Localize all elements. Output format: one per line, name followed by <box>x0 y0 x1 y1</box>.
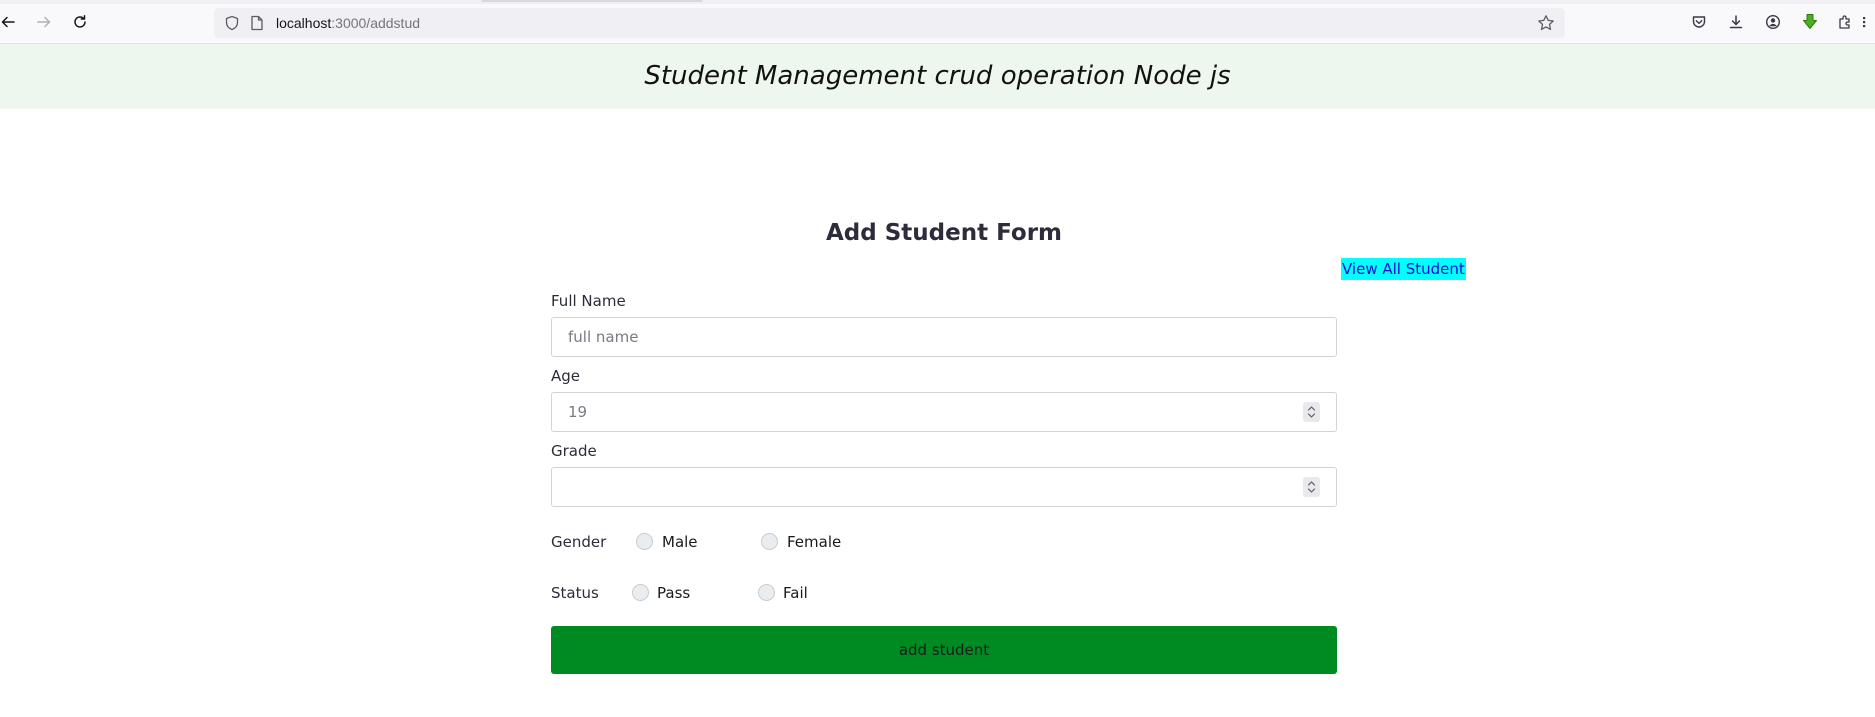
site-header: Student Management crud operation Node j… <box>0 44 1875 109</box>
reload-button[interactable] <box>68 10 92 34</box>
downloads-icon[interactable] <box>1725 11 1747 33</box>
gender-female-label[interactable]: Female <box>787 532 841 552</box>
grade-label: Grade <box>551 442 597 460</box>
url-path: :3000/addstud <box>331 15 421 31</box>
spinner-arrows-icon <box>1307 481 1316 493</box>
tracking-shield-icon[interactable] <box>224 15 240 31</box>
age-spinner[interactable] <box>1303 402 1320 422</box>
forward-arrow-icon <box>37 16 51 28</box>
grade-spinner[interactable] <box>1303 477 1320 497</box>
page-info-icon[interactable] <box>250 15 264 31</box>
full-name-input[interactable] <box>551 317 1337 357</box>
download-extension-icon[interactable] <box>1799 11 1821 33</box>
tab-strip <box>0 0 1875 4</box>
grade-input[interactable] <box>552 468 1292 506</box>
bookmark-star-icon[interactable] <box>1537 14 1555 32</box>
status-fail-radio[interactable] <box>758 584 775 601</box>
status-pass-label[interactable]: Pass <box>657 583 690 603</box>
account-icon[interactable] <box>1762 11 1784 33</box>
reload-icon <box>74 15 86 28</box>
forward-button[interactable] <box>32 10 56 34</box>
url-text[interactable]: localhost:3000/addstud <box>276 14 420 32</box>
gender-female-radio[interactable] <box>761 533 778 550</box>
gender-label: Gender <box>551 533 607 551</box>
site-title: Student Management crud operation Node j… <box>644 61 1231 91</box>
add-student-button[interactable]: add student <box>551 626 1337 674</box>
full-name-label: Full Name <box>551 292 626 310</box>
view-all-student-link[interactable]: View All Student <box>1341 258 1466 280</box>
spinner-arrows-icon <box>1307 406 1316 418</box>
gender-male-label[interactable]: Male <box>662 532 698 552</box>
extensions-icon[interactable] <box>1834 11 1856 33</box>
url-host: localhost <box>276 15 332 31</box>
browser-toolbar: localhost:3000/addstud <box>0 0 1875 44</box>
age-field[interactable] <box>551 392 1337 432</box>
age-label: Age <box>551 367 581 385</box>
status-pass-radio[interactable] <box>632 584 649 601</box>
back-button[interactable] <box>0 10 20 34</box>
active-tab-indicator <box>482 0 702 2</box>
address-bar[interactable]: localhost:3000/addstud <box>214 8 1565 38</box>
pocket-icon[interactable] <box>1688 11 1710 33</box>
status-fail-label[interactable]: Fail <box>783 583 808 603</box>
age-input[interactable] <box>552 393 1292 431</box>
status-label: Status <box>551 584 599 602</box>
grade-field[interactable] <box>551 467 1337 507</box>
form-heading: Add Student Form <box>826 220 1062 246</box>
back-arrow-icon <box>1 16 15 28</box>
menu-icon[interactable] <box>1862 11 1875 33</box>
gender-male-radio[interactable] <box>636 533 653 550</box>
